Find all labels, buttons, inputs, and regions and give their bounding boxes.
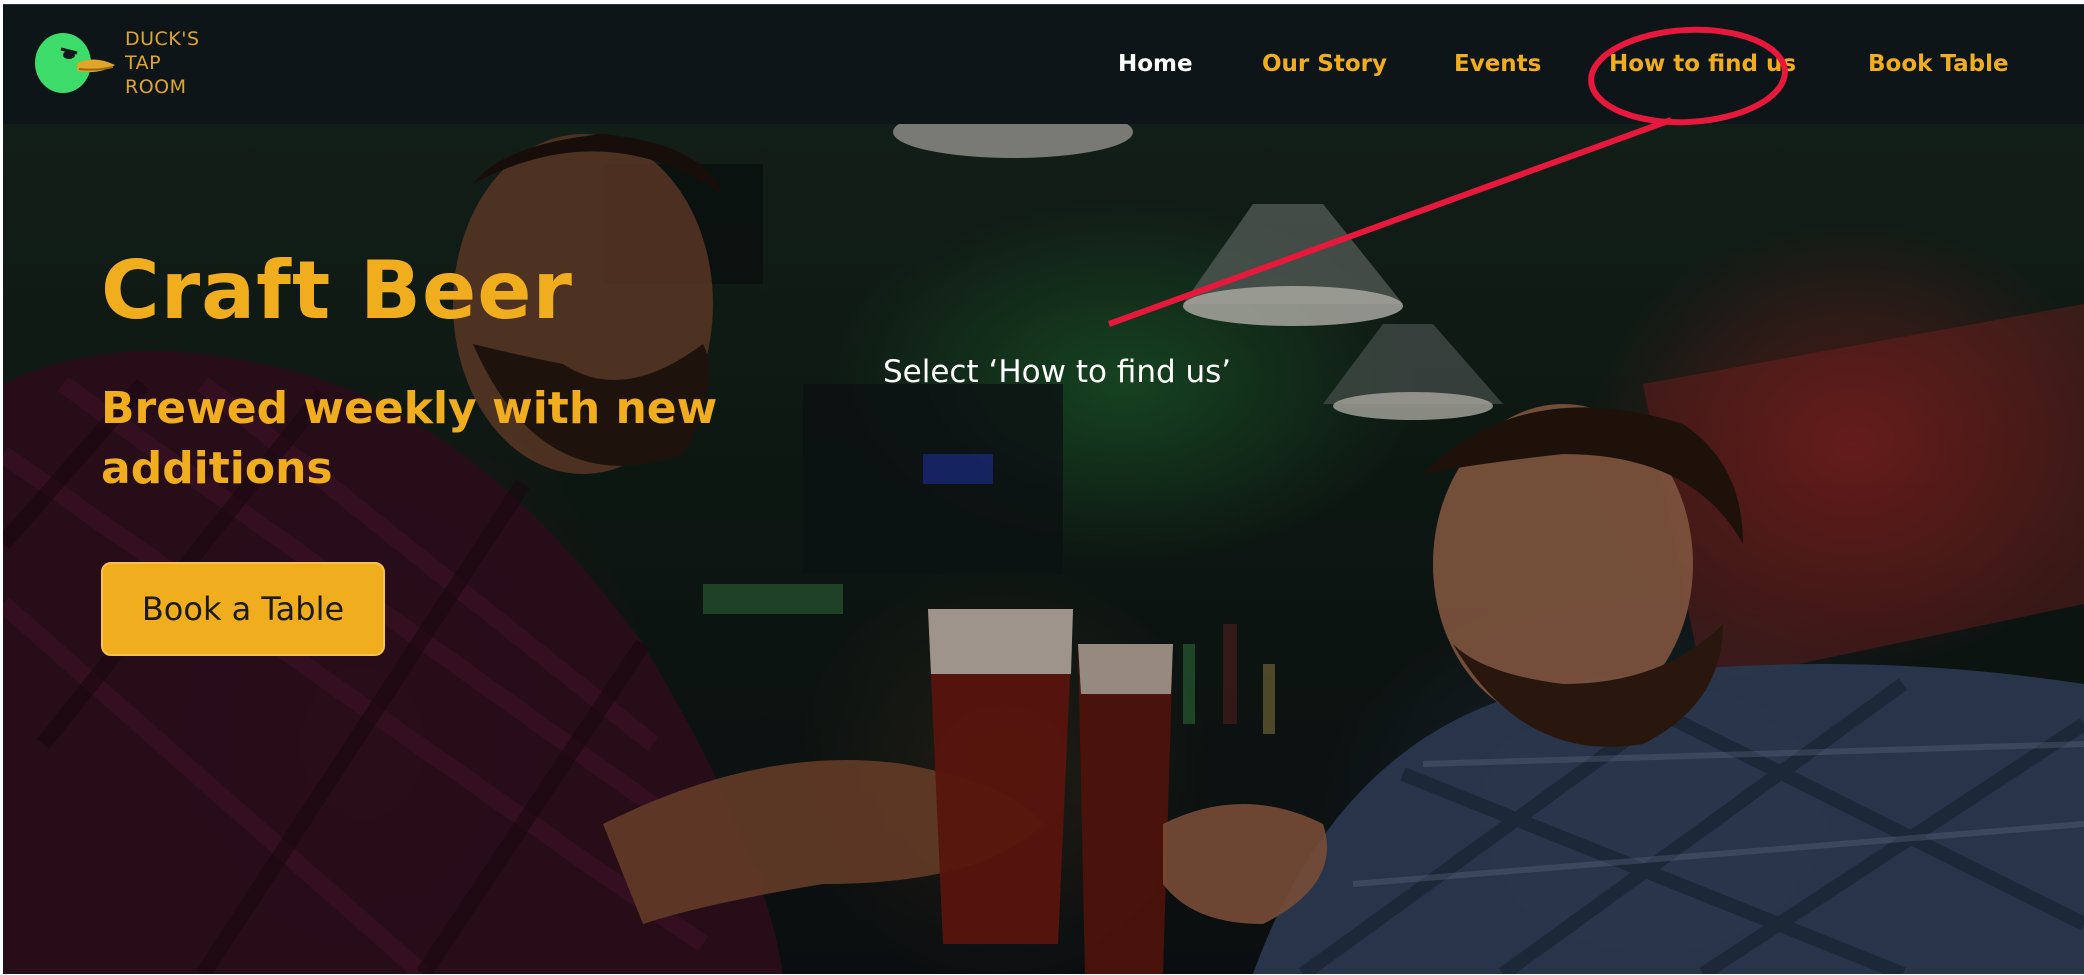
nav-book-table[interactable]: Book Table xyxy=(1868,51,2009,77)
hero-title: Craft Beer xyxy=(101,244,573,337)
duck-logo-icon xyxy=(35,33,115,93)
annotation-instruction: Select ‘How to find us’ xyxy=(883,354,1232,390)
nav-how-to-find-us[interactable]: How to find us xyxy=(1609,51,1796,77)
browser-page: DUCK'S TAP ROOM Home Our Story Events Ho… xyxy=(3,4,2084,974)
logo-wordmark: DUCK'S TAP ROOM xyxy=(125,27,200,99)
nav-home[interactable]: Home xyxy=(1118,51,1193,77)
nav-events[interactable]: Events xyxy=(1454,51,1541,77)
site-header: DUCK'S TAP ROOM Home Our Story Events Ho… xyxy=(3,4,2084,124)
nav-our-story[interactable]: Our Story xyxy=(1262,51,1387,77)
site-logo[interactable]: DUCK'S TAP ROOM xyxy=(33,25,213,105)
hero-section: Craft Beer Brewed weekly with new additi… xyxy=(3,124,2084,974)
logo-line-1: DUCK'S xyxy=(125,28,200,50)
logo-line-3: ROOM xyxy=(125,76,187,98)
hero-subtitle: Brewed weekly with new additions xyxy=(101,383,718,494)
logo-line-2: TAP xyxy=(125,52,162,74)
book-a-table-button[interactable]: Book a Table xyxy=(101,562,385,656)
